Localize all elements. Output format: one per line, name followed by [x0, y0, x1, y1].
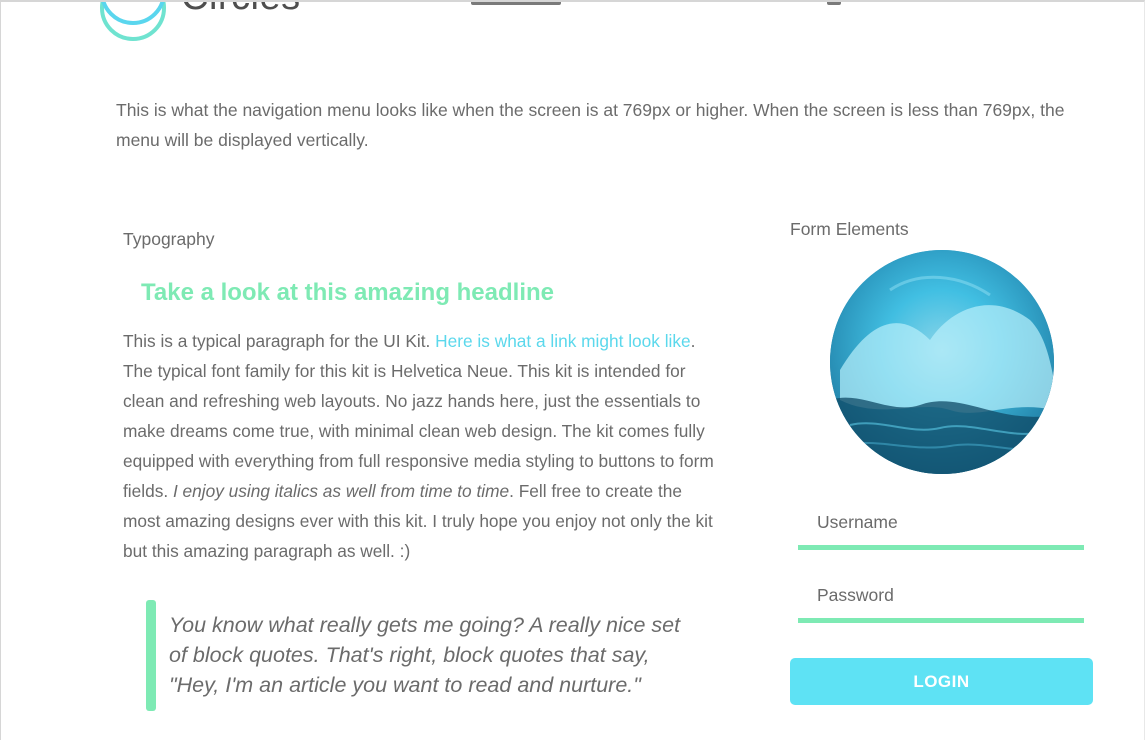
typography-label: Typography	[123, 229, 215, 249]
blockquote-text: You know what really gets me going? A re…	[169, 613, 681, 697]
typography-paragraph: This is a typical paragraph for the UI K…	[123, 326, 723, 566]
blockquote-bar	[146, 600, 156, 711]
password-underline	[798, 618, 1084, 623]
password-field[interactable]: Password	[798, 585, 1084, 623]
logo-text: Circles	[181, 2, 301, 17]
username-field[interactable]: Username	[798, 512, 1084, 550]
sample-link[interactable]: Here is what a link might look like	[435, 331, 690, 351]
italic-text: I enjoy using italics as well from time …	[172, 481, 510, 501]
wave-image	[830, 250, 1054, 474]
nav-item-cut[interactable]	[471, 2, 561, 5]
circles-logo-icon	[100, 2, 166, 41]
password-placeholder[interactable]: Password	[817, 585, 894, 606]
username-placeholder[interactable]: Username	[817, 512, 898, 533]
headline: Take a look at this amazing headline	[141, 279, 555, 306]
username-underline	[798, 545, 1084, 550]
paragraph-text: This is a typical paragraph for the UI K…	[123, 331, 436, 351]
blockquote: You know what really gets me going? A re…	[146, 600, 706, 711]
login-button[interactable]: LOGIN	[790, 658, 1093, 705]
nav-item-cut[interactable]	[827, 2, 841, 5]
page: Circles This is what the navigation menu…	[0, 0, 1145, 740]
form-elements-label: Form Elements	[790, 219, 909, 239]
intro-text: This is what the navigation menu looks l…	[116, 100, 1065, 150]
paragraph-text: . The typical font family for this kit i…	[123, 331, 714, 501]
